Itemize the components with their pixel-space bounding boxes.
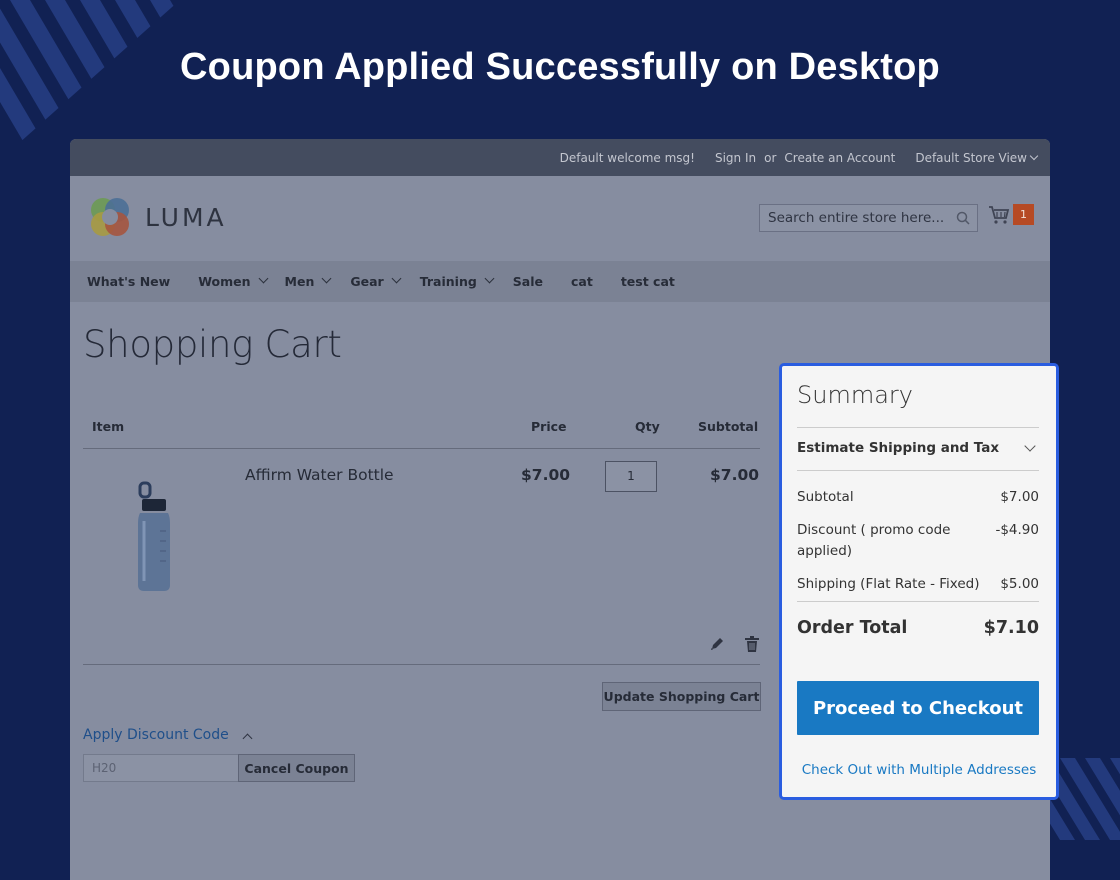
hero-title: Coupon Applied Successfully on Desktop xyxy=(180,46,940,88)
column-price: Price xyxy=(531,419,567,434)
estimate-shipping-toggle[interactable]: Estimate Shipping and Tax xyxy=(797,440,1039,456)
coupon-code-input[interactable]: H20 xyxy=(83,754,239,782)
chevron-up-icon xyxy=(242,733,253,743)
nav-label: test cat xyxy=(620,274,675,289)
store-view-label: Default Store View xyxy=(915,150,1027,165)
cancel-coupon-button[interactable]: Cancel Coupon xyxy=(238,754,355,782)
multiple-addresses-link[interactable]: Check Out with Multiple Addresses xyxy=(782,762,1056,778)
or-text: or xyxy=(764,150,777,165)
nav-item-test-cat[interactable]: test cat xyxy=(621,274,675,289)
luma-logo-icon xyxy=(91,198,129,236)
store-view-switcher[interactable]: Default Store View xyxy=(915,150,1039,165)
nav-item-sale[interactable]: Sale xyxy=(513,274,543,289)
proceed-to-checkout-button[interactable]: Proceed to Checkout xyxy=(797,681,1039,735)
trash-icon[interactable] xyxy=(745,636,759,652)
nav-item-women[interactable]: Women xyxy=(198,273,268,289)
estimate-shipping-label: Estimate Shipping and Tax xyxy=(797,440,1000,456)
subtotal-value: $7.00 xyxy=(1000,489,1039,505)
item-price: $7.00 xyxy=(521,466,571,484)
shipping-label: Shipping (Flat Rate - Fixed) xyxy=(797,576,980,592)
divider xyxy=(797,427,1039,428)
cart-count-badge: 1 xyxy=(1013,204,1034,225)
column-item: Item xyxy=(92,419,125,434)
discount-link-label: Apply Discount Code xyxy=(83,727,229,743)
nav-item-training[interactable]: Training xyxy=(419,273,495,289)
product-name-link[interactable]: Affirm Water Bottle xyxy=(245,466,394,484)
summary-title: Summary xyxy=(797,381,913,409)
create-account-link[interactable]: Create an Account xyxy=(784,151,895,165)
discount-value: -$4.90 xyxy=(995,522,1039,538)
page-title: Shopping Cart xyxy=(83,323,342,366)
decorative-stripes-bottom xyxy=(1050,758,1120,840)
divider xyxy=(83,664,760,665)
item-subtotal: $7.00 xyxy=(710,466,760,484)
nav-label: Training xyxy=(419,274,477,289)
nav-label: Sale xyxy=(512,274,543,289)
main-nav: What's New Women Men Gear Training Sale … xyxy=(70,261,1050,302)
nav-item-cat[interactable]: cat xyxy=(571,274,593,289)
nav-item-whats-new[interactable]: What's New xyxy=(87,274,170,289)
subtotal-label: Subtotal xyxy=(797,489,854,505)
order-total-value: $7.10 xyxy=(983,618,1039,638)
chevron-down-icon xyxy=(484,273,495,284)
divider xyxy=(83,448,760,449)
order-summary: Summary Estimate Shipping and Tax Subtot… xyxy=(779,363,1059,800)
divider xyxy=(797,601,1039,602)
nav-item-gear[interactable]: Gear xyxy=(350,273,402,289)
search-icon[interactable] xyxy=(956,211,970,225)
chevron-down-icon xyxy=(258,273,268,284)
order-total-row: Order Total $7.10 xyxy=(797,618,1039,638)
chevron-down-icon xyxy=(321,273,332,284)
logo-text: LUMA xyxy=(145,202,227,232)
header: LUMA Search entire store here... 1 xyxy=(70,176,1050,261)
sign-in-link[interactable]: Sign In xyxy=(715,151,756,165)
chevron-down-icon xyxy=(391,273,402,284)
order-total-label: Order Total xyxy=(797,618,908,638)
nav-label: Gear xyxy=(350,274,384,289)
search-placeholder: Search entire store here... xyxy=(768,210,945,226)
edit-icon[interactable] xyxy=(709,636,725,652)
nav-label: Men xyxy=(284,274,315,289)
cart-icon xyxy=(989,205,1010,224)
product-image[interactable] xyxy=(132,481,176,593)
nav-label: cat xyxy=(571,274,593,289)
logo[interactable]: LUMA xyxy=(87,194,227,240)
column-subtotal: Subtotal xyxy=(698,419,759,434)
top-bar: Default welcome msg! Sign In or Create a… xyxy=(70,139,1050,176)
search-input[interactable]: Search entire store here... xyxy=(759,204,978,232)
qty-input[interactable]: 1 xyxy=(605,461,657,492)
welcome-message: Default welcome msg! xyxy=(559,150,695,165)
divider xyxy=(797,470,1039,471)
discount-label: Discount ( promo code applied) xyxy=(797,522,951,559)
nav-label: What's New xyxy=(87,274,171,289)
minicart[interactable]: 1 xyxy=(988,204,1034,225)
update-cart-button[interactable]: Update Shopping Cart xyxy=(602,682,761,711)
nav-label: Women xyxy=(198,274,251,289)
nav-item-men[interactable]: Men xyxy=(284,273,332,289)
chevron-down-icon xyxy=(1024,440,1036,452)
chevron-down-icon xyxy=(1029,151,1039,160)
shipping-value: $5.00 xyxy=(1000,576,1039,592)
apply-discount-toggle[interactable]: Apply Discount Code xyxy=(83,727,253,743)
column-qty: Qty xyxy=(635,419,660,434)
